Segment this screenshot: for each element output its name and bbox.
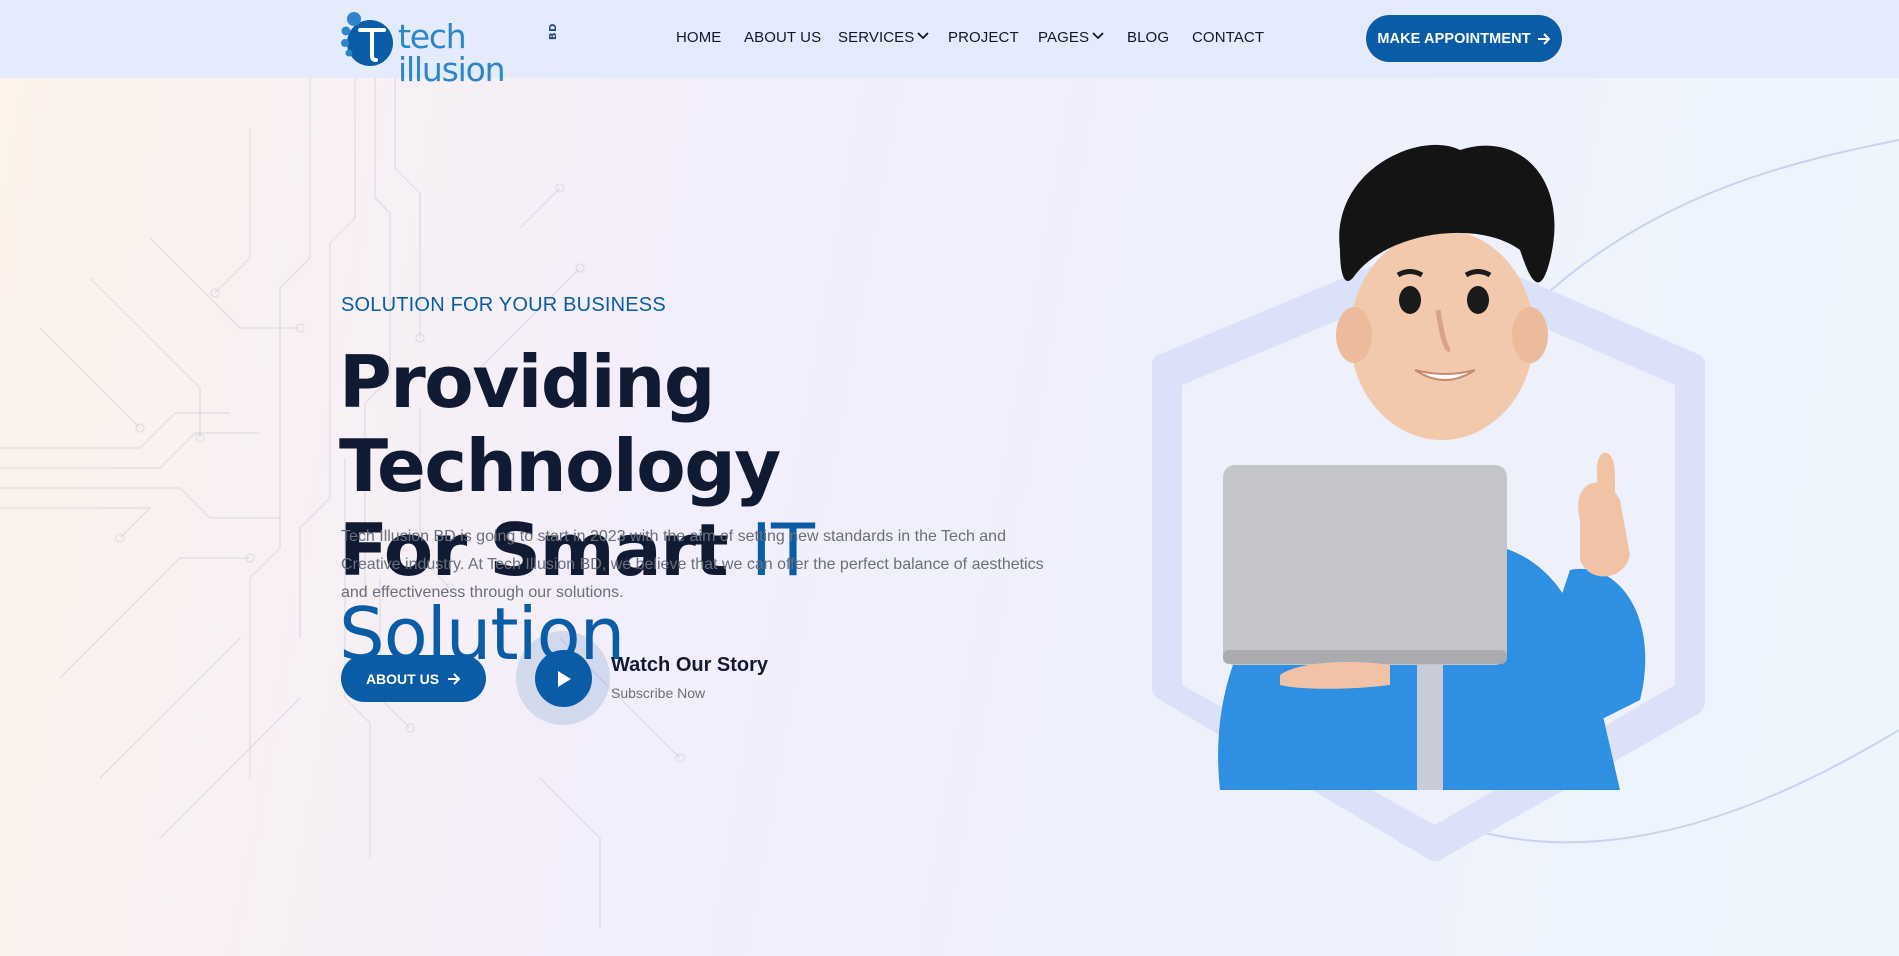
make-appointment-label: MAKE APPOINTMENT [1377,30,1531,47]
play-icon [557,670,571,687]
laptop [1223,465,1507,665]
hero-headline: Providing Technology For Smart IT Soluti… [339,340,1099,676]
hero-eyebrow: SOLUTION FOR YOUR BUSINESS [341,294,666,316]
nav-services[interactable]: SERVICES [838,29,930,46]
watch-story-play-button[interactable] [535,650,592,707]
about-us-label: ABOUT US [365,670,440,687]
hero-description: Tech Illusion BD is going to start in 20… [341,528,1044,601]
about-us-button[interactable]: ABOUT US [341,655,486,702]
main-nav: HOME ABOUT US SERVICES PROJECT PAGES BLO… [0,0,1899,78]
nav-pages[interactable]: PAGES [1038,29,1104,46]
nav-contact[interactable]: CONTACT [1192,29,1264,46]
arrow-right-icon [448,672,461,685]
nav-services-label: SERVICES [838,29,915,46]
watch-story-title[interactable]: Watch Our Story [611,654,768,677]
hero-illustration [1152,139,1899,862]
make-appointment-button[interactable]: MAKE APPOINTMENT [1366,15,1562,62]
nav-about-us[interactable]: ABOUT US [744,29,821,46]
arrow-right-icon [1537,32,1551,45]
nav-home[interactable]: HOME [676,29,721,46]
headline-line-1: Providing Technology [339,340,781,508]
watch-story-subtitle[interactable]: Subscribe Now [611,685,705,701]
chevron-down-icon [917,32,930,40]
nav-project[interactable]: PROJECT [948,29,1019,46]
nav-pages-label: PAGES [1038,29,1090,46]
chevron-down-icon [1092,32,1104,40]
site-header: tech illusion BD HOME ABOUT US SERVICES … [0,0,1899,86]
nav-blog[interactable]: BLOG [1127,29,1169,46]
